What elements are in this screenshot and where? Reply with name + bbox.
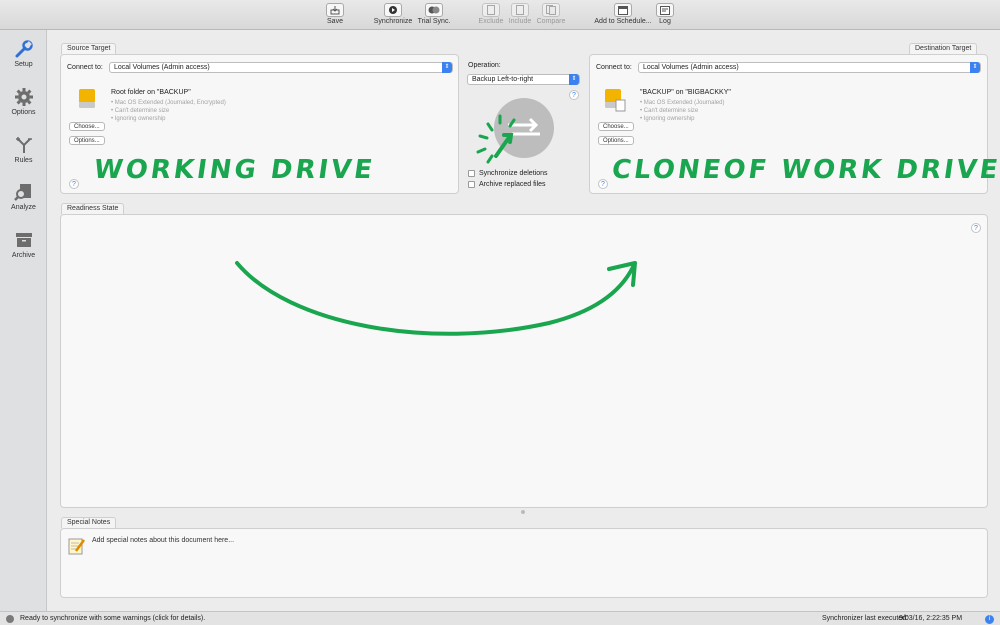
sidebar-label-setup: Setup — [14, 61, 33, 68]
source-drive-title: Root folder on "BACKUP" — [111, 89, 191, 96]
readiness-help-icon[interactable]: ? — [971, 223, 981, 233]
toolbar: Save Synchronize Trial Sync. Exclude Inc… — [0, 0, 1000, 30]
source-connect-select[interactable]: Local Volumes (Admin access) ⇕ — [109, 62, 453, 73]
add-to-scheduler-label: Add to Schedule... — [594, 18, 652, 25]
sidebar-item-rules[interactable]: Rules — [0, 134, 47, 164]
save-label: Save — [327, 18, 343, 25]
add-to-scheduler-button[interactable]: Add to Schedule... — [592, 3, 654, 25]
click-burst-annotation-icon — [476, 114, 516, 164]
destination-detail-size: • Can't determine size — [640, 108, 699, 114]
destination-connect-value: Local Volumes (Admin access) — [643, 64, 739, 71]
source-target-panel: Connect to: Local Volumes (Admin access)… — [60, 54, 459, 194]
synchronize-icon — [384, 3, 402, 17]
destination-drive-title: "BACKUP" on "BIGBACKKY" — [640, 89, 731, 96]
source-annotation: WORKING DRIVE — [91, 155, 378, 185]
trial-sync-icon — [425, 3, 443, 17]
select-arrows-icon: ⇕ — [569, 74, 579, 85]
status-bar: Ready to synchronize with some warnings … — [0, 611, 1000, 625]
save-button[interactable]: Save — [324, 3, 346, 25]
destination-detail-format: • Mac OS Extended (Journaled) — [640, 100, 725, 106]
warning-status-icon[interactable] — [6, 615, 14, 623]
last-executed-label: Synchronizer last executed: — [822, 615, 908, 622]
destination-target-tab: Destination Target — [909, 43, 978, 54]
include-button[interactable]: Include — [506, 3, 534, 25]
log-label: Log — [659, 18, 671, 25]
destination-annotation: CLONEOF WORK DRIVE — [609, 155, 1000, 185]
synchronize-deletions-checkbox[interactable] — [468, 170, 475, 177]
sidebar-label-archive: Archive — [11, 252, 36, 259]
notepad-pencil-icon — [68, 536, 86, 556]
include-icon — [511, 3, 529, 17]
compare-icon — [542, 3, 560, 17]
calendar-icon — [614, 3, 632, 17]
synchronize-label: Synchronize — [373, 18, 413, 25]
log-button[interactable]: Log — [654, 3, 676, 25]
source-connect-value: Local Volumes (Admin access) — [114, 64, 210, 71]
source-detail-size: • Can't determine size — [111, 108, 170, 114]
select-arrows-icon: ⇕ — [970, 62, 980, 73]
wrench-icon — [13, 38, 35, 60]
synchronize-deletions-label: Synchronize deletions — [479, 170, 548, 177]
archive-replaced-checkbox[interactable] — [468, 181, 475, 188]
operation-select[interactable]: Backup Left-to-right ⇕ — [467, 74, 580, 85]
split-handle[interactable] — [521, 510, 525, 514]
archive-replaced-label: Archive replaced files — [479, 181, 546, 188]
compare-label: Compare — [536, 18, 566, 25]
exclude-icon — [482, 3, 500, 17]
trial-sync-label: Trial Sync. — [417, 18, 451, 25]
operation-value: Backup Left-to-right — [472, 76, 534, 83]
source-drive-icon — [78, 88, 96, 110]
archive-box-icon — [13, 229, 35, 251]
gear-icon — [13, 86, 35, 108]
destination-choose-button[interactable]: Choose... — [598, 122, 634, 131]
special-notes-panel: Add special notes about this document he… — [60, 528, 988, 598]
exclude-button[interactable]: Exclude — [478, 3, 504, 25]
sidebar-item-options[interactable]: Options — [0, 86, 47, 116]
readiness-state-tab: Readiness State — [61, 203, 125, 214]
special-notes-tab: Special Notes — [61, 517, 117, 528]
magnifier-document-icon — [13, 181, 35, 203]
destination-detail-ownership: • Ignoring ownership — [640, 116, 695, 122]
source-target-tab: Source Target — [61, 43, 117, 54]
sidebar-item-setup[interactable]: Setup — [0, 38, 47, 68]
destination-connect-select[interactable]: Local Volumes (Admin access) ⇕ — [638, 62, 981, 73]
destination-drive-icon — [604, 88, 626, 112]
select-arrows-icon: ⇕ — [442, 62, 452, 73]
sidebar-label-rules: Rules — [14, 157, 33, 164]
log-icon — [656, 3, 674, 17]
operation-label: Operation: — [468, 62, 501, 69]
destination-target-panel: Connect to: Local Volumes (Admin access)… — [589, 54, 1000, 194]
sidebar-label-analyze: Analyze — [11, 204, 36, 211]
special-notes-text[interactable]: Add special notes about this document he… — [92, 537, 234, 544]
status-message[interactable]: Ready to synchronize with some warnings … — [20, 612, 205, 625]
include-label: Include — [508, 18, 532, 25]
info-icon[interactable]: i — [985, 615, 994, 624]
compare-button[interactable]: Compare — [536, 3, 566, 25]
source-help-icon[interactable]: ? — [69, 179, 79, 189]
synchronize-button[interactable]: Synchronize — [372, 3, 414, 25]
source-choose-button[interactable]: Choose... — [69, 122, 105, 131]
fork-icon — [13, 134, 35, 156]
trial-sync-button[interactable]: Trial Sync. — [416, 3, 452, 25]
source-detail-format: • Mac OS Extended (Journaled, Encrypted) — [111, 100, 226, 106]
sidebar-label-options: Options — [11, 109, 36, 116]
readiness-state-panel: ? — [60, 214, 988, 508]
sidebar: Setup Options Rules Analyze Archive — [0, 30, 47, 613]
exclude-label: Exclude — [478, 18, 504, 25]
save-icon — [326, 3, 344, 17]
destination-connect-label: Connect to: — [596, 64, 632, 71]
source-connect-label: Connect to: — [67, 64, 103, 71]
destination-options-button[interactable]: Options... — [598, 136, 634, 145]
last-executed-value: 9/03/16, 2:22:35 PM — [899, 615, 963, 622]
source-options-button[interactable]: Options... — [69, 136, 105, 145]
curved-arrow-annotation-icon — [235, 261, 637, 336]
sidebar-item-analyze[interactable]: Analyze — [0, 181, 47, 211]
destination-help-icon[interactable]: ? — [598, 179, 608, 189]
operation-help-icon[interactable]: ? — [569, 90, 579, 100]
source-detail-ownership: • Ignoring ownership — [111, 116, 166, 122]
sidebar-item-archive[interactable]: Archive — [0, 229, 47, 259]
